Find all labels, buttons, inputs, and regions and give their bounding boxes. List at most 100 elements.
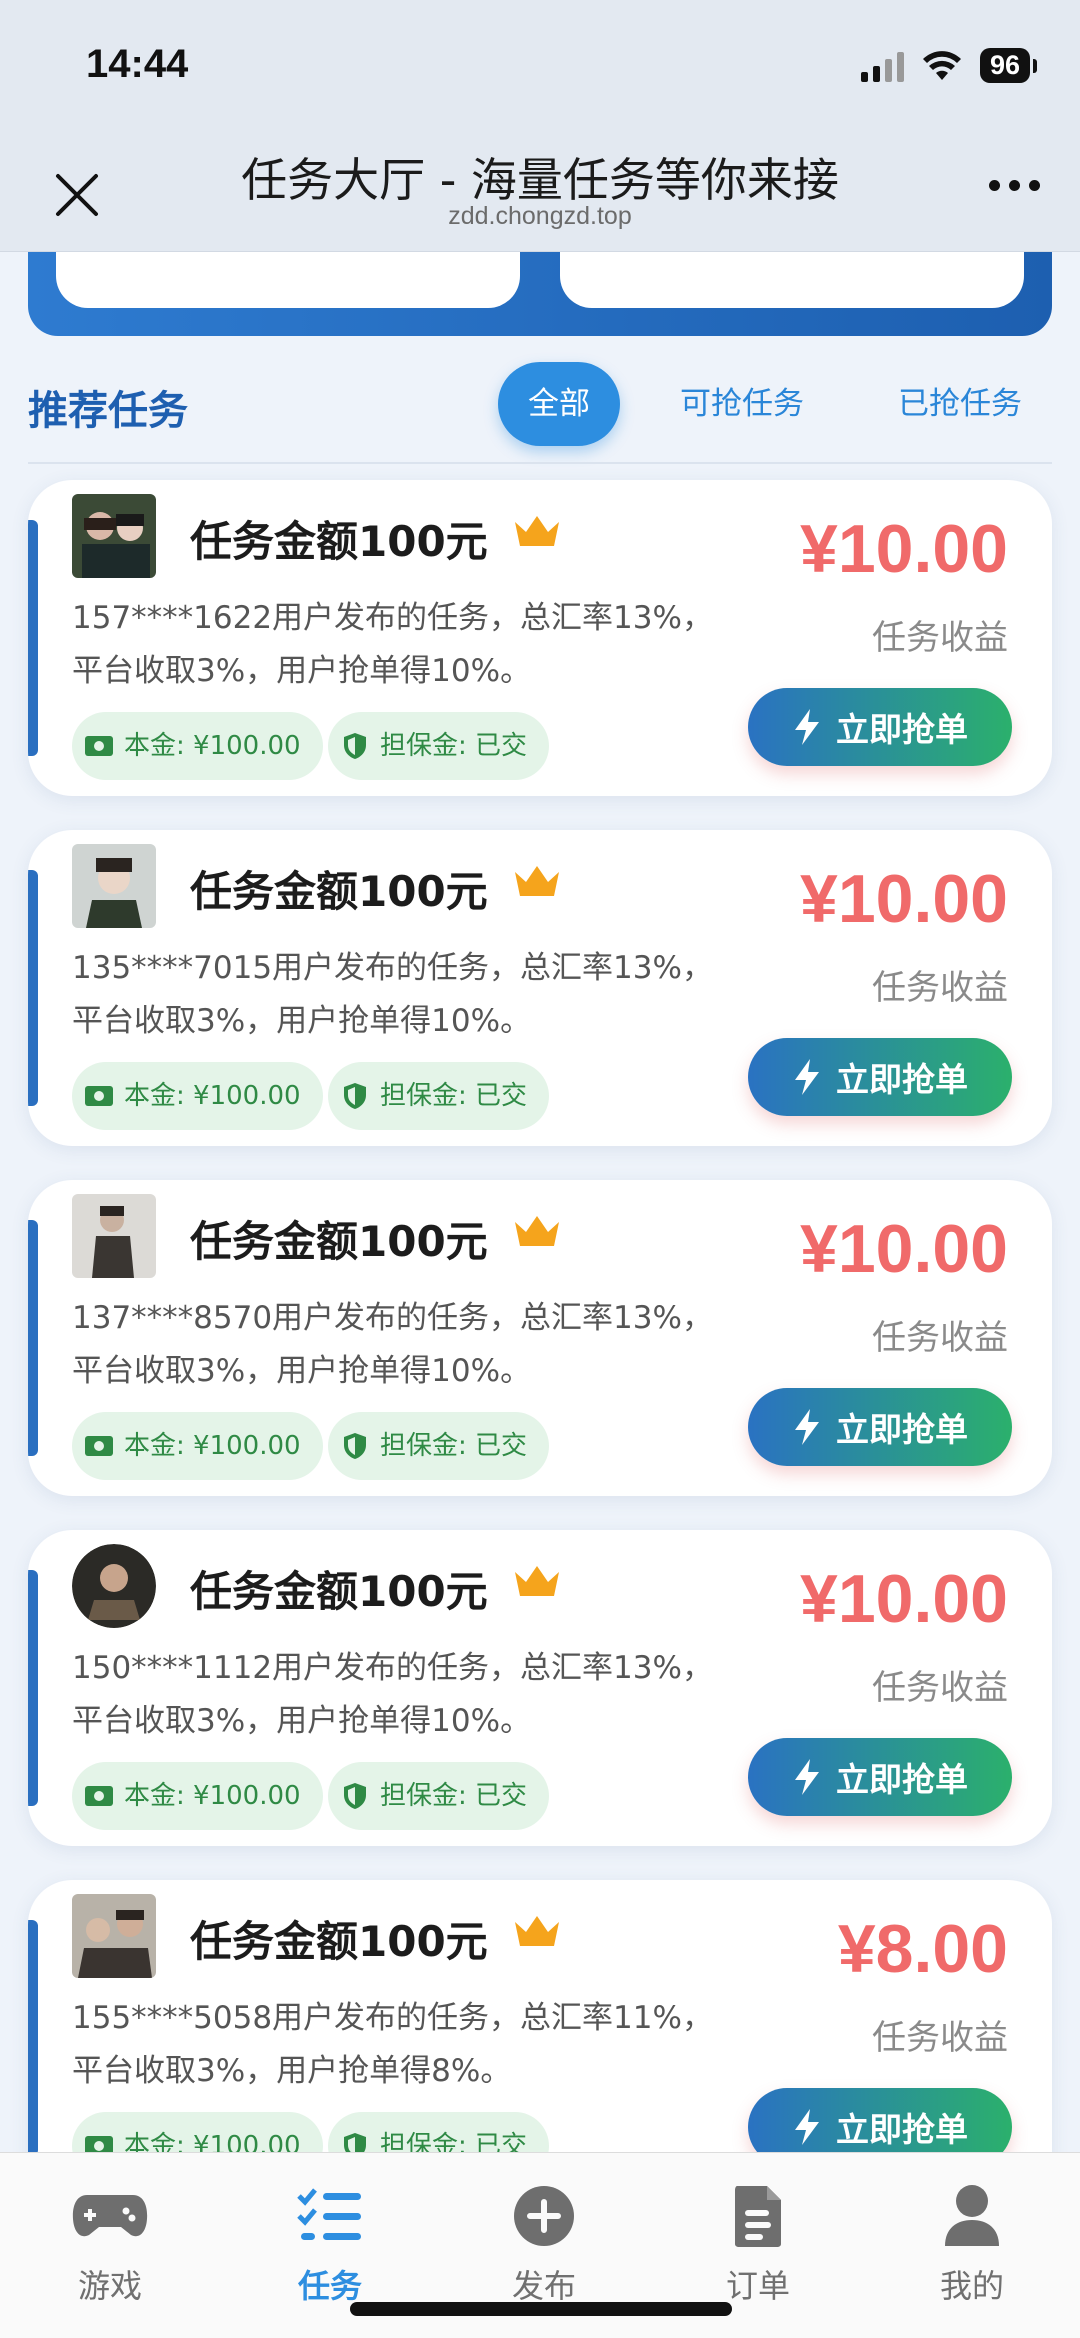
- nav-item-tasks[interactable]: 任务: [250, 2181, 410, 2307]
- deposit-chip: 担保金: 已交: [328, 1062, 550, 1130]
- shield-icon: [340, 1781, 370, 1811]
- task-desc-line: 平台收取3%，用户抢单得10%。: [72, 1703, 532, 1739]
- income-label: 任务收益: [872, 1668, 1008, 1708]
- task-desc-line: 137****8570用户发布的任务，总汇率13%，: [72, 1300, 713, 1336]
- task-card[interactable]: 任务金额100元 157****1622用户发布的任务，总汇率13%， 平台收取…: [28, 480, 1052, 796]
- nav-label: 发布: [511, 2267, 576, 2305]
- battery-indicator: 96: [979, 48, 1038, 83]
- task-description: 137****8570用户发布的任务，总汇率13%， 平台收取3%，用户抢单得1…: [72, 1292, 772, 1398]
- gamepad-icon: [72, 2195, 148, 2237]
- grab-order-button[interactable]: 立即抢单: [748, 1388, 1012, 1466]
- task-price: ¥10.00: [800, 1561, 1008, 1637]
- more-dot-icon: [1009, 180, 1020, 191]
- nav-item-games[interactable]: 游戏: [30, 2181, 190, 2307]
- task-description: 155****5058用户发布的任务，总汇率11%， 平台收取3%，用户抢单得8…: [72, 1992, 772, 2098]
- grab-order-label: 立即抢单: [836, 1760, 968, 1799]
- task-title: 任务金额100元: [190, 867, 488, 916]
- task-desc-line: 平台收取3%，用户抢单得10%。: [72, 1003, 532, 1039]
- task-title: 任务金额100元: [190, 1567, 488, 1616]
- grab-order-label: 立即抢单: [836, 1060, 968, 1099]
- plus-circle-icon: [514, 2186, 574, 2246]
- cash-icon: [84, 731, 114, 761]
- avatar: [72, 1544, 156, 1628]
- deposit-chip: 担保金: 已交: [328, 1762, 550, 1830]
- task-description: 135****7015用户发布的任务，总汇率13%， 平台收取3%，用户抢单得1…: [72, 942, 772, 1048]
- cash-icon: [84, 1081, 114, 1111]
- income-label: 任务收益: [872, 618, 1008, 658]
- title-bar: 任务大厅 - 海量任务等你来接 zdd.chongzd.top: [0, 140, 1080, 252]
- task-price: ¥10.00: [800, 1211, 1008, 1287]
- principal-text: 本金: ¥100.00: [124, 1781, 301, 1811]
- principal-chip: 本金: ¥100.00: [72, 712, 323, 780]
- user-icon: [945, 2185, 999, 2246]
- task-desc-line: 平台收取3%，用户抢单得10%。: [72, 1353, 532, 1389]
- status-icons: 96: [860, 48, 1038, 83]
- tab-all[interactable]: 全部: [498, 362, 620, 446]
- status-bar: 14:44 96: [0, 0, 1080, 140]
- task-title: 任务金额100元: [190, 517, 488, 566]
- grab-order-label: 立即抢单: [836, 1410, 968, 1449]
- wifi-icon: [922, 50, 961, 80]
- task-desc-line: 135****7015用户发布的任务，总汇率13%，: [72, 950, 713, 986]
- lightning-icon: [795, 1059, 819, 1095]
- crown-icon: [515, 1566, 559, 1596]
- grab-order-button[interactable]: 立即抢单: [748, 1738, 1012, 1816]
- deposit-text: 担保金: 已交: [380, 1431, 528, 1461]
- task-desc-line: 155****5058用户发布的任务，总汇率11%，: [72, 2000, 713, 2036]
- tab-grabbed[interactable]: 已抢任务: [880, 362, 1040, 446]
- more-options-button[interactable]: [989, 180, 1040, 191]
- task-title: 任务金额100元: [190, 1917, 488, 1966]
- nav-label: 游戏: [77, 2267, 142, 2305]
- lightning-icon: [795, 1409, 819, 1445]
- task-desc-line: 平台收取3%，用户抢单得8%。: [72, 2053, 512, 2089]
- principal-text: 本金: ¥100.00: [124, 731, 301, 761]
- task-card[interactable]: 任务金额100元 135****7015用户发布的任务，总汇率13%， 平台收取…: [28, 830, 1052, 1146]
- lightning-icon: [795, 1759, 819, 1795]
- deposit-text: 担保金: 已交: [380, 731, 528, 761]
- lightning-icon: [795, 709, 819, 745]
- task-card[interactable]: 任务金额100元 155****5058用户发布的任务，总汇率11%， 平台收取…: [28, 1880, 1052, 2196]
- crown-icon: [515, 516, 559, 546]
- task-desc-line: 150****1112用户发布的任务，总汇率13%，: [72, 1650, 713, 1686]
- income-label: 任务收益: [872, 2018, 1008, 2058]
- deposit-text: 担保金: 已交: [380, 1781, 528, 1811]
- avatar: [72, 844, 156, 928]
- principal-text: 本金: ¥100.00: [124, 1081, 301, 1111]
- divider: [28, 462, 1052, 464]
- avatar: [72, 1194, 156, 1278]
- nav-label: 任务: [297, 2267, 362, 2305]
- cash-icon: [84, 1431, 114, 1461]
- shield-icon: [340, 731, 370, 761]
- nav-item-publish[interactable]: 发布: [464, 2181, 624, 2307]
- income-label: 任务收益: [872, 968, 1008, 1008]
- shield-icon: [340, 1081, 370, 1111]
- task-price: ¥10.00: [800, 861, 1008, 937]
- nav-item-orders[interactable]: 订单: [678, 2181, 838, 2307]
- crown-icon: [515, 1216, 559, 1246]
- more-dot-icon: [1029, 180, 1040, 191]
- more-dot-icon: [989, 180, 1000, 191]
- deposit-chip: 担保金: 已交: [328, 1412, 550, 1480]
- task-price: ¥10.00: [800, 511, 1008, 587]
- deposit-text: 担保金: 已交: [380, 1081, 528, 1111]
- nav-label: 订单: [725, 2267, 790, 2305]
- task-card[interactable]: 任务金额100元 150****1112用户发布的任务，总汇率13%， 平台收取…: [28, 1530, 1052, 1846]
- task-title: 任务金额100元: [190, 1217, 488, 1266]
- cash-icon: [84, 1781, 114, 1811]
- income-label: 任务收益: [872, 1318, 1008, 1358]
- grab-order-button[interactable]: 立即抢单: [748, 688, 1012, 766]
- avatar: [72, 1894, 156, 1978]
- lightning-icon: [795, 2109, 819, 2145]
- principal-chip: 本金: ¥100.00: [72, 1412, 323, 1480]
- crown-icon: [515, 866, 559, 896]
- principal-text: 本金: ¥100.00: [124, 1431, 301, 1461]
- task-card[interactable]: 任务金额100元 137****8570用户发布的任务，总汇率13%， 平台收取…: [28, 1180, 1052, 1496]
- task-desc-line: 平台收取3%，用户抢单得10%。: [72, 653, 532, 689]
- tab-available[interactable]: 可抢任务: [662, 362, 822, 446]
- grab-order-button[interactable]: 立即抢单: [748, 1038, 1012, 1116]
- crown-icon: [515, 1916, 559, 1946]
- shield-icon: [340, 1431, 370, 1461]
- nav-item-profile[interactable]: 我的: [892, 2181, 1052, 2307]
- grab-order-label: 立即抢单: [836, 710, 968, 749]
- status-time: 14:44: [86, 42, 189, 86]
